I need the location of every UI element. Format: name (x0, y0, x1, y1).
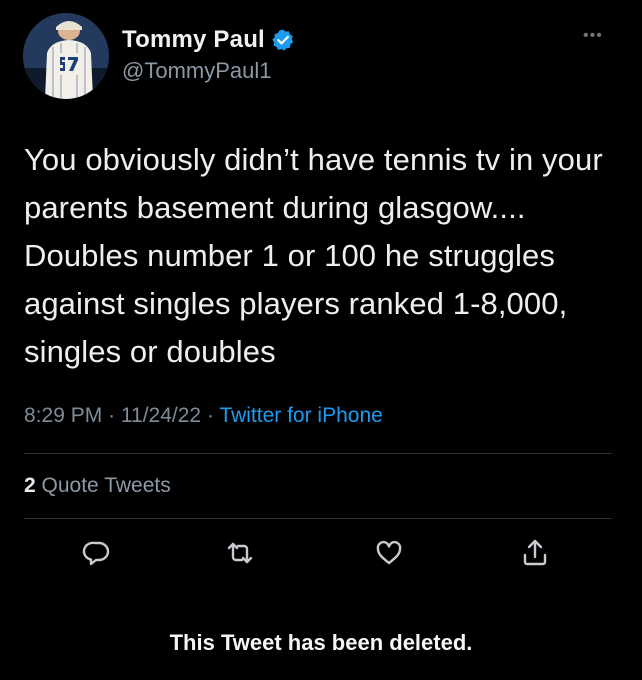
author-handle[interactable]: @TommyPaul1 (122, 58, 272, 84)
tweet-time[interactable]: 8:29 PM (24, 404, 102, 427)
reply-icon[interactable] (82, 538, 112, 568)
verified-badge-icon (271, 28, 295, 52)
quote-tweets-link[interactable]: 2 Quote Tweets (24, 474, 171, 498)
divider (24, 518, 612, 519)
like-icon[interactable] (374, 538, 404, 568)
divider (24, 453, 612, 454)
share-icon[interactable] (520, 538, 550, 568)
tweet-actions-bar (0, 538, 642, 568)
tweet-metadata: 8:29 PM · 11/24/22 · Twitter for iPhone (24, 404, 383, 428)
author-row: Tommy Paul (122, 26, 295, 54)
deleted-tweet-notice: This Tweet has been deleted. (169, 630, 473, 655)
author-name[interactable]: Tommy Paul (122, 26, 265, 54)
meta-separator: · (108, 404, 116, 427)
quote-tweets-count: 2 (24, 474, 36, 497)
tweet-source-link[interactable]: Twitter for iPhone (219, 404, 382, 427)
user-avatar[interactable] (23, 13, 109, 99)
retweet-icon[interactable] (225, 538, 255, 568)
tweet-date[interactable]: 11/24/22 (121, 404, 201, 427)
quote-tweets-label: Quote Tweets (41, 474, 171, 497)
meta-separator: · (206, 404, 214, 427)
tweet-text: You obviously didn’t have tennis tv in y… (24, 142, 603, 369)
more-options-icon[interactable]: ••• (583, 28, 603, 44)
